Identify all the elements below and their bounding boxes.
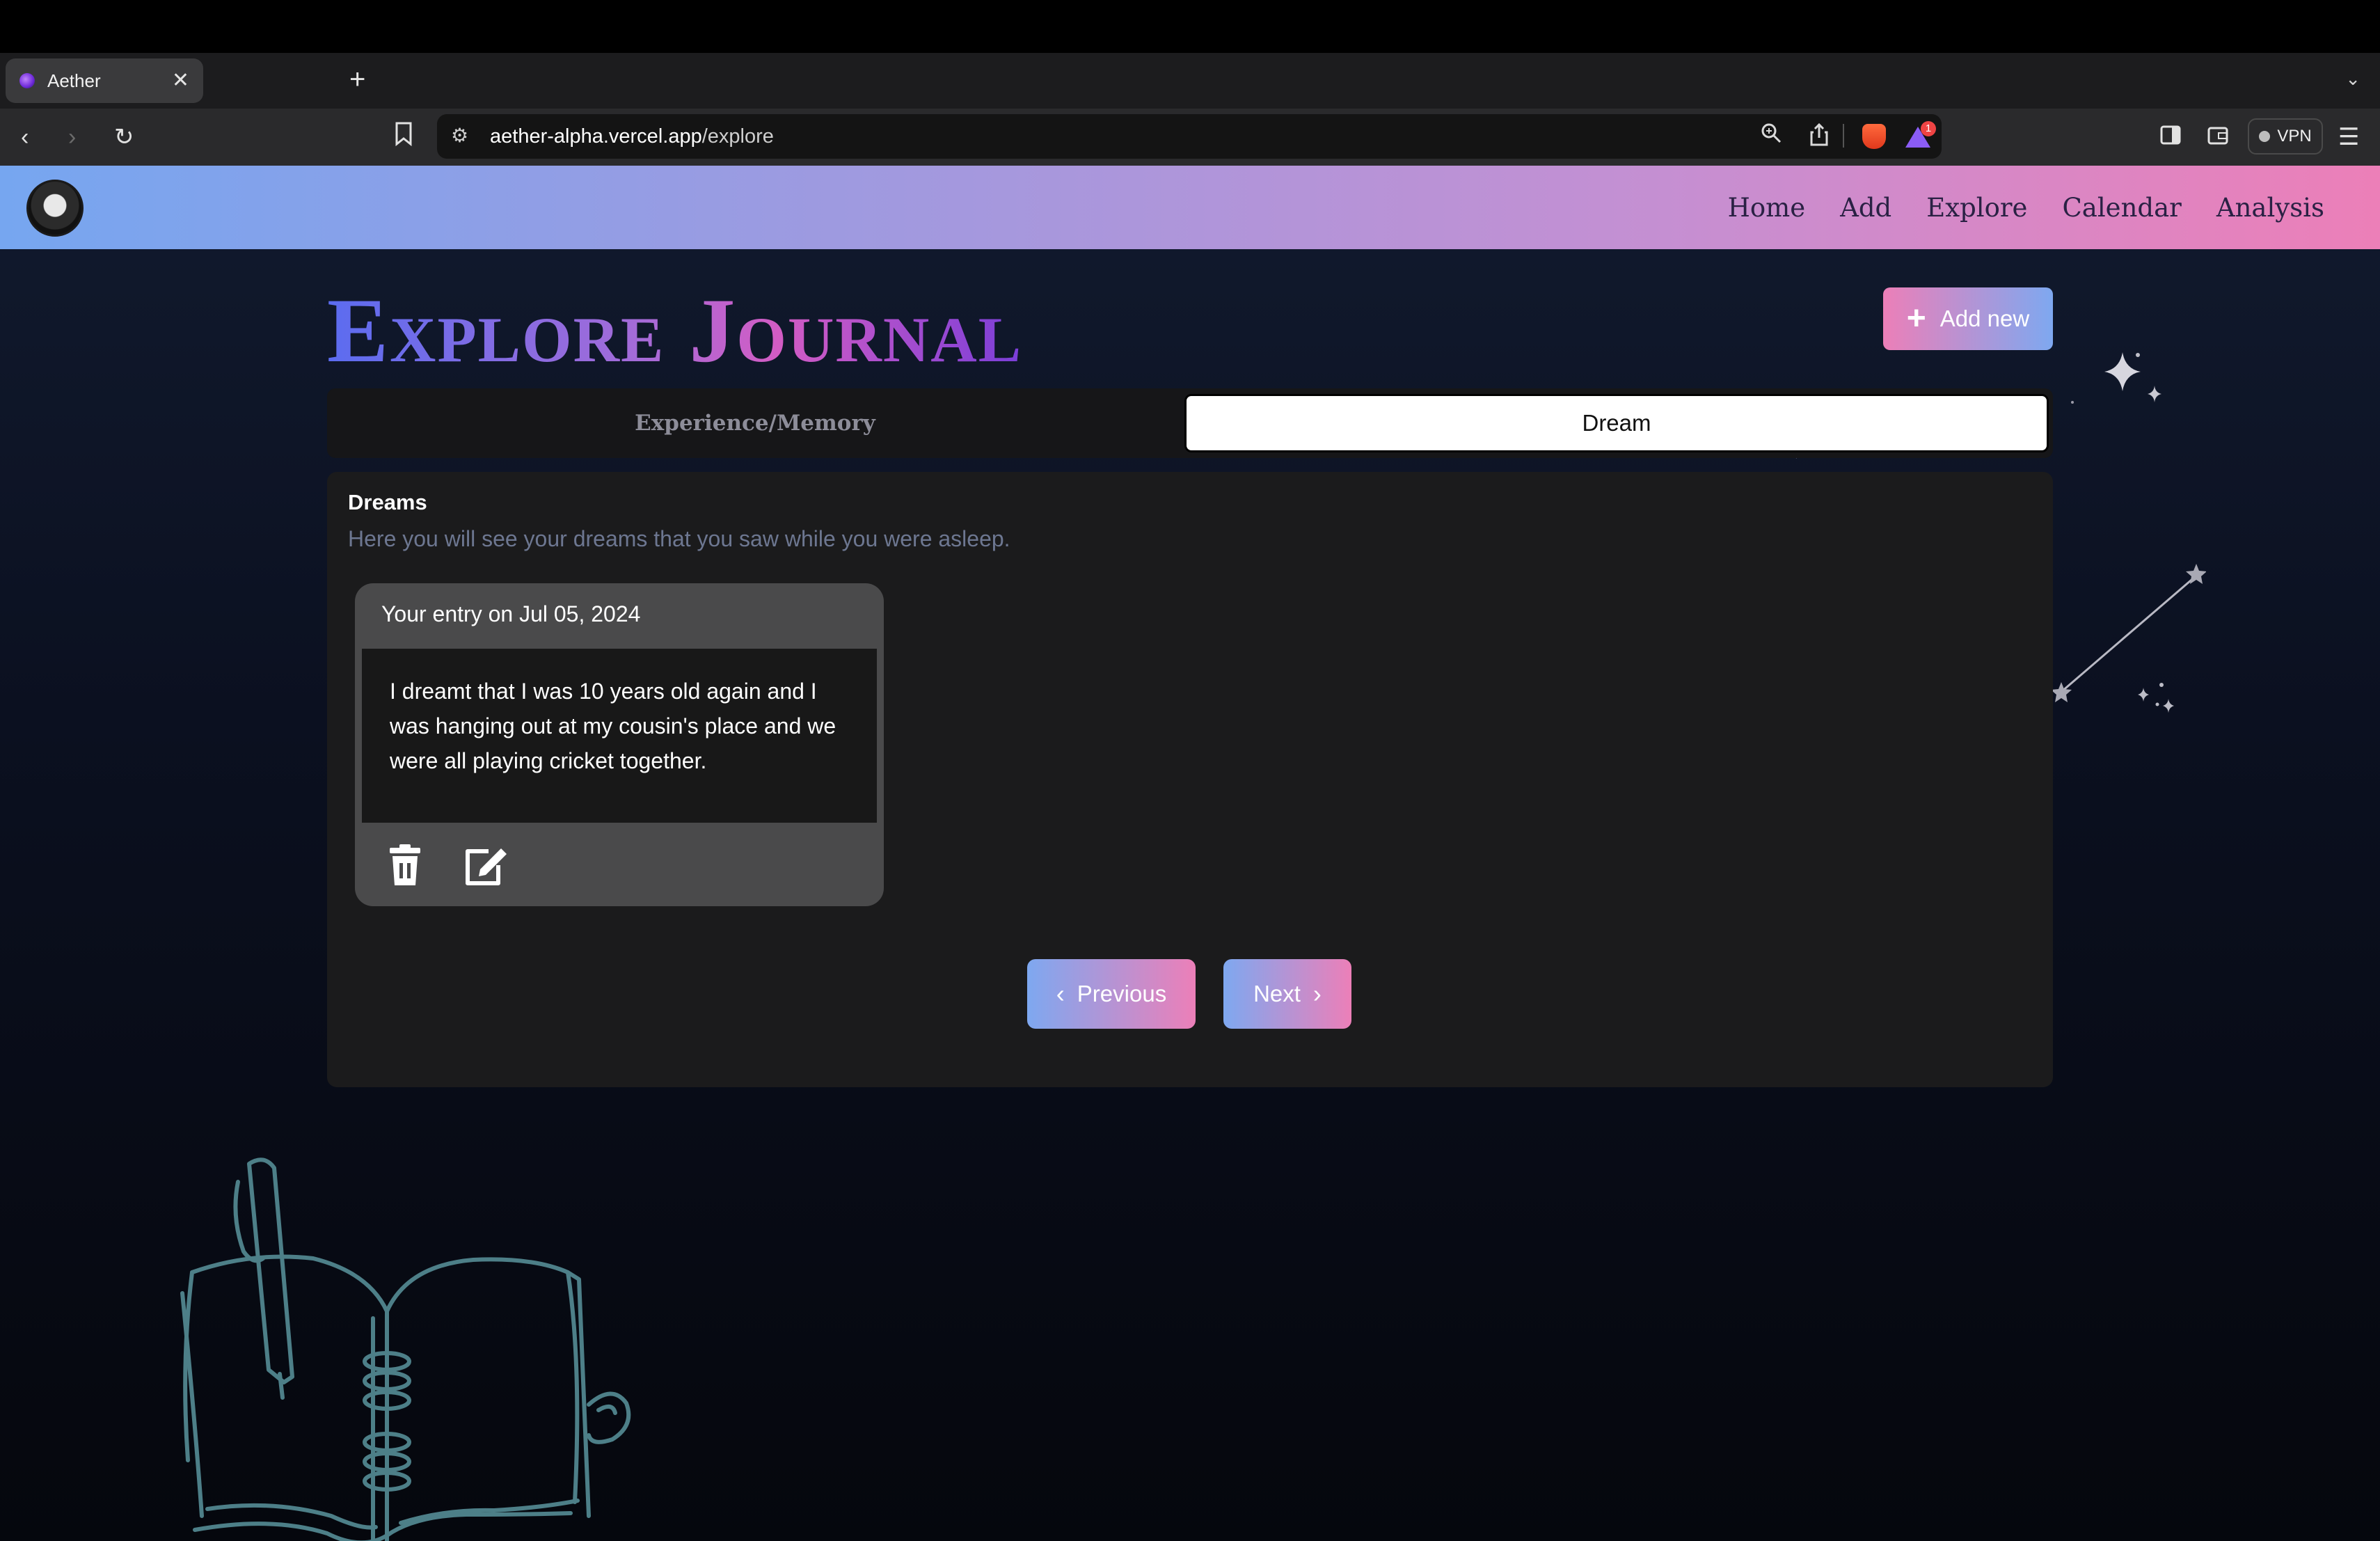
address-bar[interactable]: ⚙ aether-alpha.vercel.app/explore 1 (437, 114, 1942, 159)
vpn-label: VPN (2277, 127, 2312, 145)
page-title: Explore Journal (327, 279, 1023, 381)
avatar[interactable] (26, 180, 84, 237)
add-new-button[interactable]: + Add new (1883, 287, 2053, 350)
rewards-badge: 1 (1921, 121, 1936, 136)
top-navbar: Home Add Explore Calendar Analysis (0, 166, 2380, 249)
delete-button[interactable] (383, 844, 427, 888)
entry-text: I dreamt that I was 10 years old again a… (362, 649, 877, 823)
nav-link-analysis[interactable]: Analysis (2216, 193, 2324, 223)
nav-link-explore[interactable]: Explore (1926, 193, 2027, 223)
page: Home Add Explore Calendar Analysis Explo… (0, 166, 2380, 1541)
share-icon[interactable] (1809, 123, 1829, 152)
nav-links: Home Add Explore Calendar Analysis (1728, 166, 2324, 249)
url-host: aether-alpha.vercel.app (490, 125, 702, 148)
vpn-status-icon (2259, 131, 2271, 142)
nav-link-home[interactable]: Home (1728, 193, 1806, 223)
edit-button[interactable] (463, 844, 508, 888)
reload-icon[interactable]: ↻ (114, 121, 134, 153)
favicon-icon (19, 73, 35, 88)
menu-icon[interactable]: ☰ (2338, 121, 2359, 153)
zoom-icon[interactable] (1761, 123, 1782, 149)
next-label: Next (1253, 981, 1301, 1006)
pagination: ‹ Previous Next › (1027, 959, 1351, 1029)
brave-shields-icon[interactable] (1862, 124, 1886, 149)
previous-label: Previous (1077, 981, 1167, 1006)
section-subtitle: Here you will see your dreams that you s… (348, 526, 1010, 551)
url-separator (1843, 124, 1844, 148)
constellation-icon (2051, 564, 2206, 713)
brave-rewards-icon[interactable]: 1 (1904, 121, 1936, 152)
url-path: /explore (701, 125, 774, 148)
section-title: Dreams (348, 490, 427, 514)
plus-icon: + (1906, 300, 1926, 337)
back-icon[interactable]: ‹ (21, 121, 29, 153)
os-top-bar (0, 0, 2380, 53)
new-tab-button[interactable]: + (349, 65, 365, 93)
site-settings-icon[interactable]: ⚙ (451, 124, 468, 147)
previous-button[interactable]: ‹ Previous (1027, 959, 1196, 1029)
nav-link-add[interactable]: Add (1840, 193, 1891, 223)
browser-tab[interactable]: Aether ✕ (6, 58, 203, 103)
tab-experience-memory[interactable]: Experience/Memory (327, 388, 1183, 458)
tab-title: Aether (47, 70, 101, 91)
entry-header: Your entry on Jul 05, 2024 (381, 601, 641, 626)
notebook-pen-illustration (180, 1157, 631, 1541)
browser-tabstrip: Aether ✕ + ⌄ (0, 53, 2380, 109)
journal-tabs: Experience/Memory Dream (327, 388, 2053, 458)
wallet-icon[interactable] (2207, 121, 2228, 153)
edit-icon (466, 848, 507, 885)
dreams-panel: Dreams Here you will see your dreams tha… (327, 472, 2053, 1087)
bookmark-icon[interactable] (394, 121, 413, 156)
trash-icon (390, 844, 420, 885)
entry-card: Your entry on Jul 05, 2024 I dreamt that… (355, 583, 884, 906)
entry-actions (383, 844, 508, 888)
url-text[interactable]: aether-alpha.vercel.app/explore (490, 124, 774, 149)
vpn-button[interactable]: VPN (2248, 118, 2323, 155)
tab-list-chevron-icon[interactable]: ⌄ (2345, 68, 2361, 90)
chevron-right-icon: › (1312, 979, 1322, 1008)
add-new-label: Add new (1939, 306, 2030, 331)
chevron-left-icon: ‹ (1056, 979, 1065, 1008)
nav-link-calendar[interactable]: Calendar (2062, 193, 2181, 223)
next-button[interactable]: Next › (1223, 959, 1351, 1029)
tab-dream[interactable]: Dream (1184, 394, 2049, 452)
sparkle-icon (2071, 352, 2161, 404)
forward-icon[interactable]: › (68, 121, 76, 153)
sidebar-toggle-icon[interactable] (2160, 121, 2181, 153)
close-tab-icon[interactable]: ✕ (172, 70, 189, 91)
browser-toolbar: ‹ › ↻ ⚙ aether-alpha.vercel.app/explore … (0, 109, 2380, 166)
